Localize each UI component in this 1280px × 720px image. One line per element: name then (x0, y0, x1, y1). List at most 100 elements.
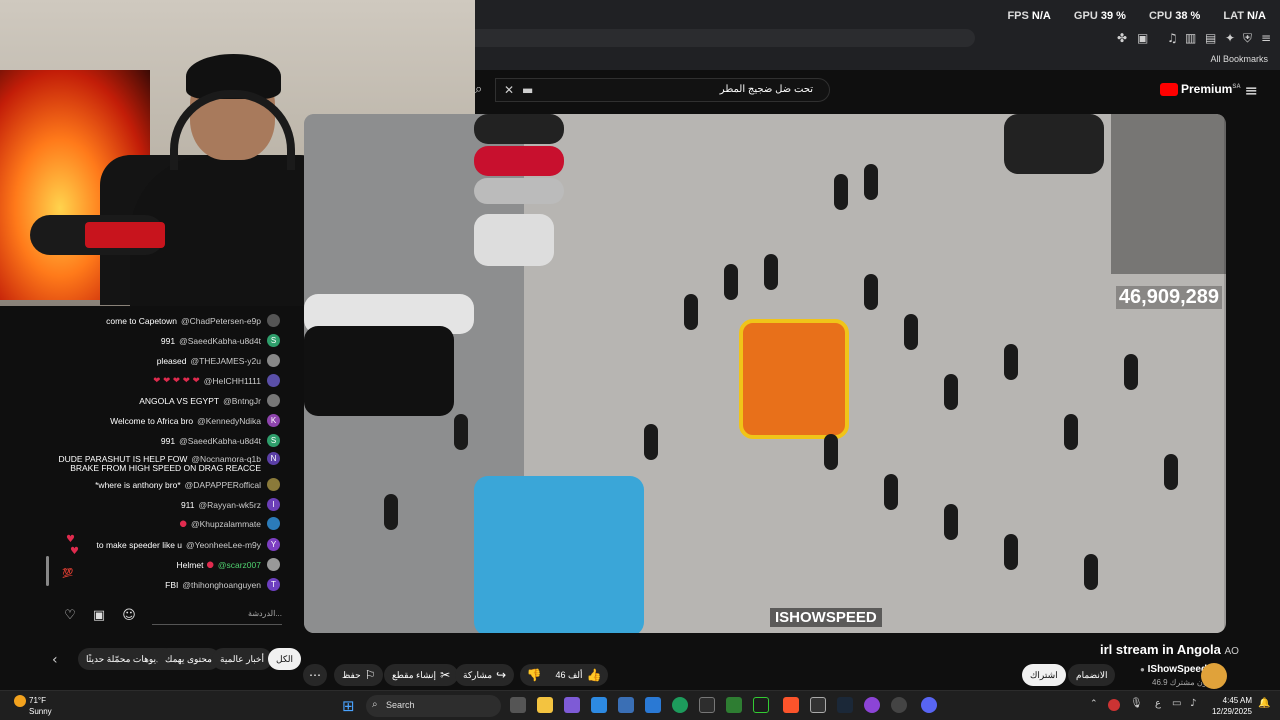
task-view-icon[interactable] (510, 697, 526, 713)
wallet-icon[interactable]: ▤ (1205, 31, 1216, 45)
brave-browser-icon[interactable] (783, 697, 799, 713)
performance-stats: FPS N/A GPU 39 % CPU 38 % LAT N/A (987, 10, 1266, 22)
discord-icon[interactable] (921, 697, 937, 713)
like-count: 46 ألف (555, 669, 583, 680)
app-icon[interactable] (618, 697, 634, 713)
hamburger-menu-icon[interactable]: ≡ (1245, 81, 1258, 100)
chat-message: *where is anthony bro* @DAPAPPERoffical (95, 478, 280, 491)
chat-message: ❤ ❤ ❤ ❤ ❤ @HeICHH1111 (153, 374, 280, 387)
chip-for-you[interactable]: محتوى يهمك (157, 648, 220, 670)
address-bar[interactable] (475, 29, 975, 47)
channel-avatar[interactable] (1201, 663, 1227, 689)
app-icon[interactable] (564, 697, 580, 713)
all-bookmarks[interactable]: All Bookmarks (1210, 54, 1268, 64)
menu-icon[interactable]: ≡ (1261, 31, 1271, 45)
sticker-icon: ● (206, 559, 214, 570)
headset-icon (170, 90, 295, 170)
avatar (267, 517, 280, 530)
save-button[interactable]: حفظ ⚐ (334, 664, 384, 686)
chat-message: ANGOLA VS EGYPT @BntngJr (139, 394, 280, 407)
bookmark-icon: ⚐ (364, 668, 376, 682)
chip-all[interactable]: الكل (268, 648, 302, 670)
avatar: S (267, 434, 280, 447)
search-icon[interactable]: ⌕ (475, 82, 482, 97)
join-button[interactable]: الانضمام (1068, 664, 1116, 686)
stream-chat-overlay (1111, 114, 1226, 274)
keyboard-icon[interactable]: ▬ (522, 83, 533, 97)
subscribe-button[interactable]: اشتراك (1022, 664, 1066, 686)
media-icon[interactable]: ♫ (1167, 31, 1178, 45)
avatar (267, 354, 280, 367)
file-explorer-icon[interactable] (537, 697, 553, 713)
channel-name[interactable]: ● IShowSpeed (1140, 664, 1207, 675)
edge-icon[interactable] (591, 697, 607, 713)
more-actions-button[interactable]: ⋯ (303, 664, 327, 686)
heart-icon: ♥ (70, 546, 79, 557)
app-icon[interactable] (699, 697, 715, 713)
super-chat-button[interactable]: ▣ (88, 605, 110, 627)
weather-widget[interactable]: 71°F Sunny (14, 695, 52, 717)
viewer-count: 46,909,289 (1115, 286, 1222, 309)
app-icon[interactable] (726, 697, 742, 713)
obs-icon[interactable] (864, 697, 880, 713)
chat-scrollbar[interactable] (46, 556, 49, 586)
windows-start-icon[interactable]: ⊞ (342, 697, 355, 715)
youtube-premium-logo[interactable]: PremiumSA (1160, 82, 1241, 97)
volume-icon[interactable]: ♪ (1190, 698, 1196, 709)
heart-reaction-button[interactable]: ♡ (59, 605, 81, 627)
avatar: I (267, 498, 280, 511)
ndi-icon[interactable] (810, 697, 826, 713)
tray-icon[interactable] (1108, 699, 1120, 711)
chat-message: 991 @SaeedKabha-u8d4t S (161, 334, 280, 347)
lat-label: LAT (1223, 10, 1244, 22)
avatar: T (267, 578, 280, 591)
avatar (267, 314, 280, 327)
search-icon: ⌕ (372, 699, 378, 710)
sun-icon (14, 695, 26, 707)
mail-icon[interactable] (645, 697, 661, 713)
like-icon[interactable]: 👍 (587, 668, 602, 682)
chat-message: ● @Khupzalammate (180, 517, 280, 530)
clock[interactable]: 4:45 AM 12/29/2025 (1212, 695, 1252, 717)
vpn-icon[interactable]: ⛨ (1243, 31, 1252, 46)
language-icon[interactable]: ع (1155, 698, 1161, 709)
sidebar-icon[interactable]: ▥ (1185, 31, 1196, 45)
extension-icon[interactable]: ✤ (1117, 31, 1127, 45)
extension-2-icon[interactable]: ▣ (1137, 31, 1148, 45)
video-title: irl stream in Angola AO (1100, 642, 1239, 657)
clip-button[interactable]: إنشاء مقطع ✂ (384, 664, 459, 686)
network-icon[interactable]: ▭ (1172, 698, 1181, 709)
chevron-left-icon[interactable]: ‹ (52, 652, 58, 668)
search-input[interactable]: ✕ ▬ تحت ضل ضجيج المطر (495, 78, 830, 102)
emoji-button[interactable]: ☺ (118, 605, 140, 627)
chat-message: Welcome to Africa bro @KennedyNdika K (110, 414, 280, 427)
chevron-up-icon[interactable]: ⌃ (1090, 699, 1098, 709)
clear-search-icon[interactable]: ✕ (504, 83, 514, 97)
like-dislike-group: 👎 46 ألف 👍 (520, 664, 608, 686)
lat-value: N/A (1247, 10, 1266, 22)
avatar: S (267, 334, 280, 347)
app-icon[interactable] (891, 697, 907, 713)
share-button[interactable]: مشاركة ↪ (455, 664, 515, 686)
heart-icon: ♥ (66, 534, 75, 545)
sticker-icon: ● (179, 518, 187, 529)
taskbar-search[interactable]: ⌕ Search (366, 695, 501, 717)
windows-taskbar: 71°F Sunny ⊞ ⌕ Search ⌃ 🎙 ع ▭ ♪ 4:45 AM … (0, 690, 1280, 720)
app-icon[interactable] (753, 697, 769, 713)
leo-icon[interactable]: ✦ (1225, 31, 1235, 45)
avatar: N (267, 452, 280, 465)
share-icon: ↪ (496, 668, 507, 682)
video-player[interactable]: 46,909,289 ISHOWSPEED (304, 114, 1226, 633)
notification-icon[interactable]: 🔔 (1258, 698, 1270, 709)
microphone-icon[interactable]: 🎙 (1130, 698, 1143, 709)
chat-message: to make speeder like u @YeonheeLee-m9y Y (97, 538, 280, 551)
chat-message: FBI @thihonghoanguyen T (165, 578, 280, 591)
youtube-logo-icon (1160, 83, 1178, 97)
chat-input[interactable]: الدردشة... (152, 605, 282, 625)
dislike-icon[interactable]: 👎 (527, 668, 542, 682)
xbox-icon[interactable] (672, 697, 688, 713)
steam-icon[interactable] (837, 697, 853, 713)
chip-world-news[interactable]: أخبار عالمية (212, 648, 272, 670)
chat-message-continued: BRAKE FROM HIGH SPEED ON DRAG REACCE (70, 463, 261, 473)
live-chat-panel: come to Capetown @ChadPetersen-e9p 991 @Sa… (42, 306, 294, 632)
